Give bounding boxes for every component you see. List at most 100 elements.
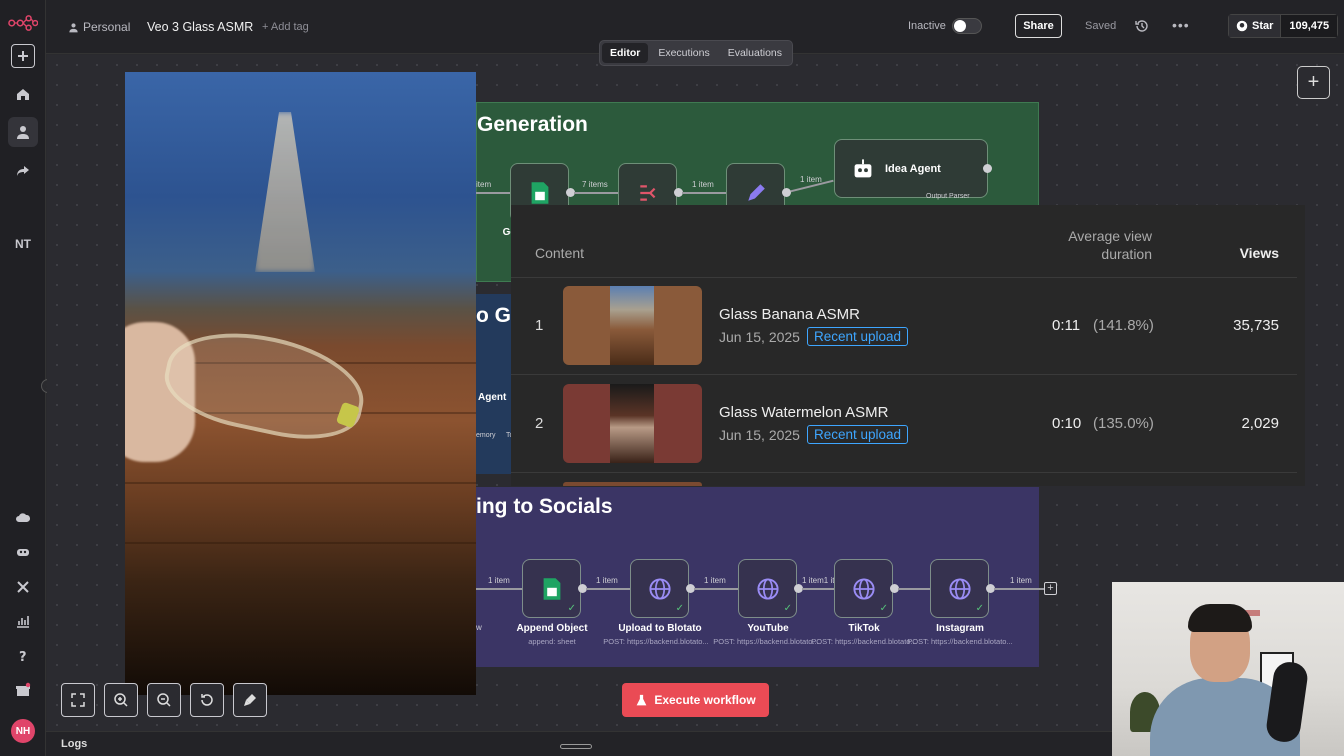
connection: [994, 588, 1044, 590]
help-icon[interactable]: ?: [8, 641, 38, 671]
zoom-out-icon: [157, 693, 171, 707]
edge-label: 1 item: [800, 175, 822, 184]
connection: [476, 192, 510, 194]
recent-upload-badge: Recent upload: [807, 327, 909, 346]
tiktok-node[interactable]: ✓: [834, 559, 893, 618]
video-title[interactable]: Glass Watermelon ASMR: [719, 404, 889, 421]
output-handle[interactable]: [983, 164, 992, 173]
youtube-node[interactable]: ✓: [738, 559, 797, 618]
avg-percent: (141.8%): [1093, 317, 1154, 334]
avg-duration: 0:11: [1052, 317, 1081, 334]
idea-agent-node[interactable]: Idea Agent: [834, 139, 988, 198]
avatar[interactable]: NH: [11, 719, 35, 743]
wood-grain: [125, 542, 476, 544]
github-star-button[interactable]: Star 109,475: [1228, 14, 1339, 38]
success-check-icon: ✓: [879, 603, 888, 614]
edge-label: 1 item: [596, 576, 618, 585]
n8n-logo-icon[interactable]: [8, 8, 38, 38]
fit-view-icon: [71, 693, 85, 707]
workspace-label: Personal: [83, 20, 131, 34]
column-content: Content: [535, 245, 585, 261]
edge-label: 1 item: [704, 576, 726, 585]
add-node-button[interactable]: +: [1297, 66, 1330, 99]
connection: [694, 588, 738, 590]
video-title[interactable]: Glass Banana ASMR: [719, 306, 860, 323]
node-sub-youtube: POST: https://backend.blotato...: [713, 637, 819, 646]
node-sub-append-object: append: sheet: [528, 637, 576, 646]
tidy-up-button[interactable]: [233, 683, 267, 717]
avg-duration: 0:10: [1052, 415, 1082, 432]
recent-upload-badge: Recent upload: [807, 425, 909, 444]
add-tag-link[interactable]: + Add tag: [262, 21, 309, 33]
edge-label: 1 item: [488, 576, 510, 585]
split-icon: [639, 184, 655, 201]
row-rank: 1: [535, 317, 544, 334]
connection: [476, 588, 522, 590]
insights-icon[interactable]: [8, 606, 38, 636]
globe-icon: [948, 577, 971, 600]
node-label-append-object: Append Object: [516, 623, 588, 634]
sticky-note-video[interactable]: o G Agent emory To: [476, 294, 516, 474]
tab-editor[interactable]: Editor: [602, 43, 649, 63]
more-options-icon[interactable]: •••: [1172, 17, 1190, 33]
templates-icon[interactable]: [8, 537, 38, 567]
github-star-label: Star: [1252, 20, 1274, 32]
home-icon[interactable]: [8, 79, 38, 109]
user-icon[interactable]: [8, 117, 38, 147]
agent-label: Agent: [478, 392, 507, 403]
project-initials[interactable]: NT: [8, 229, 38, 259]
agent-node-label: Idea Agent: [885, 162, 941, 175]
video-pier: [255, 112, 315, 272]
logs-label: Logs: [61, 738, 88, 750]
sheets-icon: [543, 577, 560, 600]
video-thumbnail[interactable]: [563, 384, 702, 463]
workflow-name[interactable]: Veo 3 Glass ASMR: [147, 20, 253, 34]
success-check-icon: ✓: [975, 603, 984, 614]
add-next-node-icon[interactable]: +: [1044, 582, 1057, 595]
success-check-icon: ✓: [567, 603, 576, 614]
upload-blotato-node[interactable]: ✓: [630, 559, 689, 618]
tab-evaluations[interactable]: Evaluations: [720, 43, 790, 63]
analytics-panel: Content Average view duration Views 1 Gl…: [511, 205, 1305, 486]
sticky-title-socials: ing to Socials: [476, 495, 613, 518]
saved-status: Saved: [1085, 20, 1117, 32]
history-icon[interactable]: [1134, 18, 1150, 34]
share-button[interactable]: Share: [1015, 14, 1062, 38]
gift-icon[interactable]: [8, 675, 38, 705]
reset-zoom-button[interactable]: [190, 683, 224, 717]
zoom-in-button[interactable]: [104, 683, 138, 717]
logs-drag-handle[interactable]: [560, 744, 592, 749]
active-toggle[interactable]: [952, 18, 982, 34]
video-date: Jun 15, 2025: [719, 427, 800, 443]
sticky-title-generation: Generation: [477, 113, 588, 136]
instagram-node[interactable]: ✓: [930, 559, 989, 618]
fit-view-button[interactable]: [61, 683, 95, 717]
editor-tabs: Editor Executions Evaluations: [599, 40, 794, 66]
success-check-icon: ✓: [675, 603, 684, 614]
node-label-partial: w: [476, 623, 482, 632]
breadcrumb-workspace[interactable]: Personal: [68, 20, 130, 34]
webcam-person-hair: [1188, 604, 1252, 632]
node-sub-instagram: POST: https://backend.blotato...: [907, 637, 1013, 646]
plus-icon[interactable]: [11, 44, 35, 68]
connection: [682, 192, 726, 194]
node-label-instagram: Instagram: [936, 623, 984, 634]
globe-icon: [756, 577, 779, 600]
edge-label: 1 item: [692, 180, 714, 189]
node-label-upload: Upload to Blotato: [618, 623, 702, 634]
tab-executions[interactable]: Executions: [650, 43, 717, 63]
video-thumbnail[interactable]: [563, 286, 702, 365]
append-object-node[interactable]: ✓: [522, 559, 581, 618]
node-label-youtube: YouTube: [747, 623, 789, 634]
cloud-icon[interactable]: [8, 503, 38, 533]
video-preview: [125, 72, 476, 695]
zoom-out-button[interactable]: [147, 683, 181, 717]
execute-workflow-button[interactable]: Execute workflow: [622, 683, 769, 717]
column-avg-duration: Average view duration: [1068, 228, 1152, 262]
variables-icon[interactable]: [8, 572, 38, 602]
github-icon: [1236, 20, 1248, 32]
robot-icon: [854, 158, 872, 177]
share-icon[interactable]: [8, 156, 38, 186]
row-rank: 2: [535, 415, 544, 432]
divider: [511, 277, 1297, 278]
